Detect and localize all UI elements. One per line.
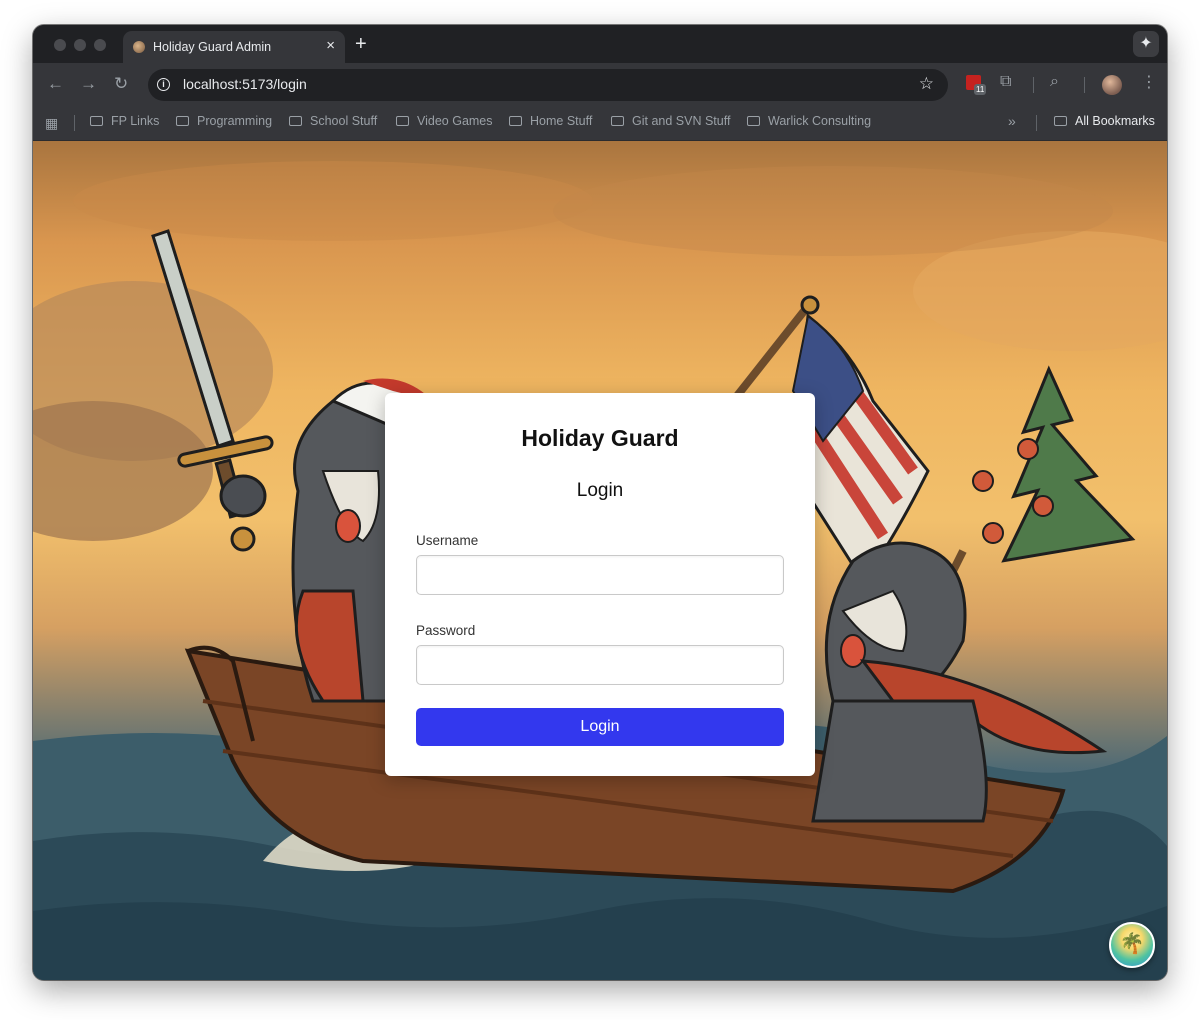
folder-icon [611,116,624,126]
site-info-icon[interactable]: i [157,78,170,91]
folder-icon [509,116,522,126]
bookmark-school-stuff[interactable]: School Stuff [289,114,377,128]
form-heading: Login [576,480,624,501]
new-tab-icon[interactable]: + [355,33,367,55]
apps-grid-icon[interactable]: ▦ [45,115,58,132]
bookmarks-bar: ▦ FP Links Programming School Stuff Vide… [33,107,1167,141]
bookmark-home-stuff[interactable]: Home Stuff [509,114,592,128]
toolbar-divider [1084,77,1085,93]
back-icon[interactable]: ← [47,73,64,95]
folder-icon [176,116,189,126]
username-input[interactable] [416,555,784,595]
folder-icon [1054,116,1067,126]
bookmarks-divider [74,115,75,131]
tab-strip: Holiday Guard Admin × + ✦ [33,25,1167,63]
zoom-window-button[interactable] [94,39,106,51]
tab-favicon-icon [133,41,145,53]
browser-toolbar: ← → ↻ i localhost:5173/login ☆ 11 ⧉ ⌕ ⋮ [33,63,1167,107]
login-card: Holiday Guard Login Username Password Lo… [385,393,815,776]
bookmark-star-icon[interactable]: ☆ [919,74,934,94]
folder-icon [747,116,760,126]
url-text[interactable]: localhost:5173/login [183,76,307,92]
browser-window: Holiday Guard Admin × + ✦ ← → ↻ i localh… [33,25,1167,980]
all-bookmarks-button[interactable]: All Bookmarks [1054,114,1155,128]
tab-close-icon[interactable]: × [326,37,335,55]
folder-icon [289,116,302,126]
password-label: Password [416,623,476,638]
tab-search-icon[interactable]: ⌕ [1050,73,1059,91]
bookmark-warlick-consulting[interactable]: Warlick Consulting [747,114,871,128]
login-page: Holiday Guard Login Username Password Lo… [33,141,1167,980]
minimize-window-button[interactable] [74,39,86,51]
extension-badge: 11 [974,84,987,95]
bookmark-video-games[interactable]: Video Games [396,114,493,128]
more-bookmarks-chevron-icon[interactable]: » [1008,113,1016,129]
extensions-icon[interactable]: ⧉ [1000,73,1011,91]
bookmark-fp-links[interactable]: FP Links [90,114,159,128]
folder-icon [90,116,103,126]
bookmarks-divider [1036,115,1037,131]
profile-avatar[interactable] [1102,75,1122,95]
app-title: Holiday Guard [521,425,679,451]
bookmark-git-and-svn-stuff[interactable]: Git and SVN Stuff [611,114,730,128]
folder-icon [396,116,409,126]
gemini-icon[interactable]: ✦ [1133,31,1159,57]
address-bar[interactable]: i localhost:5173/login ☆ [148,69,948,101]
reload-icon[interactable]: ↻ [114,73,128,95]
forward-icon[interactable]: → [80,73,97,95]
active-tab[interactable]: Holiday Guard Admin × [123,31,345,63]
tab-title: Holiday Guard Admin [153,40,272,54]
close-window-button[interactable] [54,39,66,51]
login-button[interactable]: Login [416,708,784,746]
bookmark-programming[interactable]: Programming [176,114,272,128]
island-extension-icon[interactable]: 🌴 [1109,922,1155,968]
username-label: Username [416,533,479,548]
password-input[interactable] [416,645,784,685]
menu-icon[interactable]: ⋮ [1141,72,1157,92]
toolbar-divider [1033,77,1034,93]
